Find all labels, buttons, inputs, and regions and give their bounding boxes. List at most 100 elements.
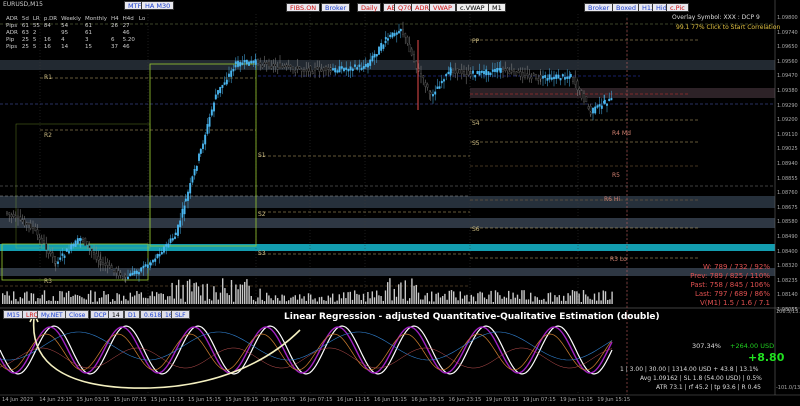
volume-bar: [151, 291, 153, 304]
candle-body: [279, 62, 281, 69]
slf-button[interactable]: SLF: [171, 310, 190, 319]
candle-body: [566, 76, 569, 79]
level-band: [0, 60, 775, 70]
time-tick: 15 Jun 03:15: [76, 397, 110, 403]
volume-bar: [164, 299, 167, 304]
candle-body: [309, 65, 312, 72]
candle-body: [603, 99, 606, 104]
cvwap-button[interactable]: c.VWAP: [456, 3, 489, 12]
candle-body: [447, 71, 450, 75]
candle-body: [199, 148, 202, 154]
volume-bar: [83, 298, 85, 304]
candle-body: [225, 79, 228, 85]
volume-bar: [481, 292, 483, 304]
volume-bar: [321, 296, 323, 304]
candle-body: [257, 59, 259, 64]
candle-body: [526, 73, 529, 76]
candle-body: [375, 54, 378, 57]
volume-bar: [288, 300, 290, 304]
ha-button[interactable]: HA M30: [141, 1, 175, 10]
volume-bar: [195, 282, 197, 304]
volume-bar: [109, 301, 112, 304]
candle-body: [252, 60, 255, 64]
candle-body: [387, 38, 389, 41]
cpic-button[interactable]: c.Pic: [666, 3, 689, 12]
volume-bar: [325, 300, 327, 304]
volume-bar: [237, 289, 239, 304]
candle-body: [478, 71, 481, 76]
candle-body: [569, 74, 572, 78]
volume-bar: [145, 297, 147, 304]
candle-body: [608, 98, 611, 102]
candle-body: [146, 264, 149, 268]
fibs-button[interactable]: FIBS.ON: [286, 3, 321, 12]
trading-chart[interactable]: [0, 0, 800, 406]
volume-bar: [516, 294, 519, 304]
volume-bar: [475, 301, 477, 304]
candle-body: [179, 220, 182, 228]
daily-button[interactable]: Daily: [357, 3, 382, 12]
broker-button[interactable]: Broker: [321, 3, 351, 12]
overlay-correlation-link[interactable]: 99.1 77% Click to Start Correlation: [676, 24, 780, 32]
candle-body: [336, 70, 339, 73]
trade-info-line3: ATR 73.1 | rf 45.2 | tp 93.6 | R 0.45: [656, 384, 761, 391]
volume-bar: [358, 294, 360, 304]
price-tick: 1.08235: [777, 277, 798, 284]
volume-bar: [549, 292, 552, 304]
tf-m15-button[interactable]: M15: [3, 310, 24, 319]
candle-body: [432, 94, 434, 97]
candle-body: [202, 143, 204, 150]
period-14-button[interactable]: 14: [108, 310, 124, 319]
volume-bar: [354, 290, 356, 304]
volume-bar: [266, 292, 268, 304]
mynet-button[interactable]: My.NET: [37, 310, 67, 319]
candle-body: [544, 75, 547, 78]
candle-body: [261, 65, 264, 68]
volume-bar: [371, 291, 373, 304]
candle-body: [61, 253, 64, 256]
volume-bar: [402, 298, 404, 304]
volume-bar: [591, 299, 593, 304]
candle-body: [364, 63, 367, 67]
candle-body: [334, 67, 337, 73]
candle-body: [223, 82, 226, 85]
candle-body: [424, 82, 427, 87]
volume-bar: [426, 292, 428, 304]
candle-body: [391, 32, 394, 38]
candle-body: [214, 94, 217, 100]
candle-body: [305, 68, 308, 72]
candle-body: [174, 232, 177, 236]
close-button[interactable]: Close: [65, 310, 90, 319]
vwap-button[interactable]: VWAP: [429, 3, 456, 12]
candle-body: [487, 71, 490, 75]
volume-bar: [435, 293, 437, 304]
volume-bar: [39, 298, 41, 304]
candle-body: [506, 68, 509, 71]
volume-bar: [279, 300, 281, 304]
volume-bar: [571, 290, 574, 304]
candle-body: [79, 238, 82, 241]
candle-body: [285, 64, 288, 67]
candle-body: [152, 259, 154, 263]
candle-body: [36, 229, 39, 236]
candle-body: [485, 69, 488, 76]
candle-body: [82, 239, 84, 242]
volume-bar: [283, 295, 285, 304]
volume-bar: [90, 290, 92, 304]
volume-bar: [545, 301, 547, 304]
boxed-button[interactable]: Boxed: [612, 3, 641, 12]
candle-body: [250, 60, 253, 64]
candle-body: [574, 77, 577, 85]
volume-bar: [28, 300, 30, 304]
volume-bar: [448, 290, 450, 304]
time-tick: 15 Jun 07:15: [113, 397, 147, 403]
m1-button[interactable]: M1: [488, 3, 506, 12]
volume-bar: [422, 299, 424, 304]
candle-body: [265, 62, 268, 65]
broker2-button[interactable]: Broker: [584, 3, 614, 12]
candle-body: [51, 252, 54, 258]
volume-bar: [21, 298, 24, 304]
volume-bar: [356, 293, 358, 304]
volume-bar: [171, 282, 173, 304]
d1-button[interactable]: D1: [124, 310, 141, 319]
